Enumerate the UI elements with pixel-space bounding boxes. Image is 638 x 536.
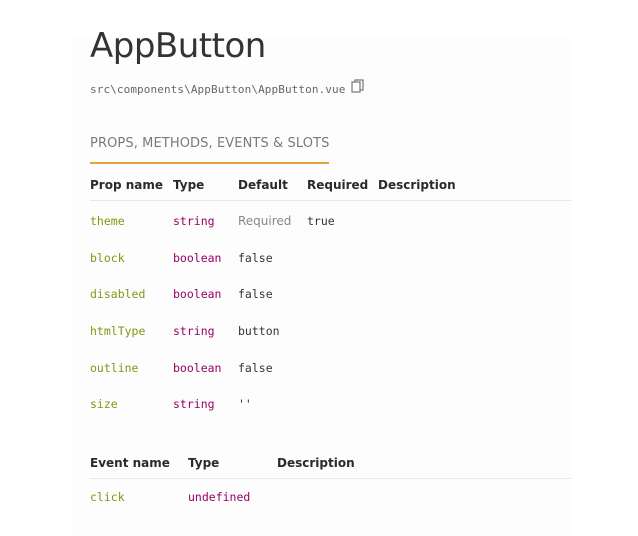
header-required: Required bbox=[307, 170, 378, 201]
prop-name: htmlType bbox=[90, 324, 146, 339]
events-table: Event name Type Description click undefi… bbox=[90, 448, 572, 516]
prop-required bbox=[307, 349, 378, 386]
prop-name: theme bbox=[90, 214, 125, 229]
prop-default: false bbox=[238, 360, 273, 375]
table-row: size string '' bbox=[90, 386, 572, 423]
prop-description bbox=[378, 313, 572, 350]
table-row: theme string Required true bbox=[90, 201, 572, 240]
event-type: undefined bbox=[188, 490, 251, 505]
event-description bbox=[277, 479, 572, 516]
prop-type: boolean bbox=[173, 287, 222, 302]
prop-description bbox=[378, 240, 572, 277]
prop-type: string bbox=[173, 324, 215, 339]
header-description: Description bbox=[277, 448, 572, 479]
prop-default: '' bbox=[238, 397, 252, 412]
header-type: Type bbox=[173, 170, 238, 201]
events-header-row: Event name Type Description bbox=[90, 448, 572, 479]
prop-type: boolean bbox=[173, 250, 222, 265]
prop-type: string bbox=[173, 397, 215, 412]
table-row: click undefined bbox=[90, 479, 572, 516]
prop-name: outline bbox=[90, 360, 139, 375]
tab-bar: PROPS, METHODS, EVENTS & SLOTS bbox=[90, 128, 330, 164]
prop-required bbox=[307, 313, 378, 350]
header-default: Default bbox=[238, 170, 307, 201]
prop-name: disabled bbox=[90, 287, 146, 302]
header-description: Description bbox=[378, 170, 572, 201]
prop-default: false bbox=[238, 250, 273, 265]
prop-type: string bbox=[173, 214, 215, 229]
prop-type: boolean bbox=[173, 360, 222, 375]
prop-required: true bbox=[307, 214, 335, 229]
prop-required bbox=[307, 386, 378, 423]
prop-description bbox=[378, 201, 572, 240]
file-path: src\components\AppButton\AppButton.vue bbox=[90, 82, 346, 96]
prop-default: Required bbox=[238, 214, 292, 229]
prop-description bbox=[378, 349, 572, 386]
table-row: outline boolean false bbox=[90, 349, 572, 386]
tab-props-methods-events-slots[interactable]: PROPS, METHODS, EVENTS & SLOTS bbox=[90, 128, 330, 164]
prop-description bbox=[378, 386, 572, 423]
copy-icon[interactable] bbox=[351, 79, 365, 93]
file-path-row: src\components\AppButton\AppButton.vue bbox=[90, 79, 365, 98]
table-row: htmlType string button bbox=[90, 313, 572, 350]
header-event-name: Event name bbox=[90, 448, 188, 479]
prop-required bbox=[307, 240, 378, 277]
header-type: Type bbox=[188, 448, 277, 479]
prop-required bbox=[307, 276, 378, 313]
prop-default: button bbox=[238, 324, 280, 339]
table-row: block boolean false bbox=[90, 240, 572, 277]
event-name: click bbox=[90, 490, 125, 505]
component-title: AppButton bbox=[90, 26, 266, 66]
prop-name: size bbox=[90, 397, 118, 412]
table-row: disabled boolean false bbox=[90, 276, 572, 313]
prop-name: block bbox=[90, 250, 125, 265]
props-header-row: Prop name Type Default Required Descript… bbox=[90, 170, 572, 201]
header-prop-name: Prop name bbox=[90, 170, 173, 201]
props-table: Prop name Type Default Required Descript… bbox=[90, 170, 572, 423]
prop-description bbox=[378, 276, 572, 313]
prop-default: false bbox=[238, 287, 273, 302]
